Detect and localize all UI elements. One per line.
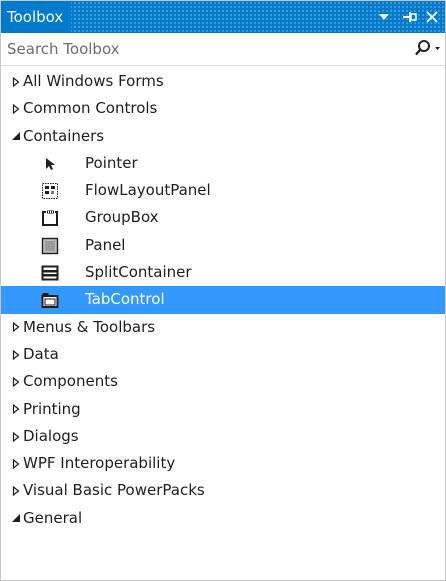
category-visual-basic-powerpacks[interactable]: Visual Basic PowerPacks <box>1 477 445 504</box>
toolbox-window: Toolbox Search Toolbox All Windows Forms… <box>0 0 446 581</box>
collapsed-arrow-icon[interactable] <box>9 396 23 423</box>
chevron-down-icon <box>379 14 389 20</box>
category-label: Common Controls <box>23 99 158 118</box>
category-label: Dialogs <box>23 426 79 445</box>
category-menus-toolbars[interactable]: Menus & Toolbars <box>1 314 445 341</box>
close-icon <box>426 11 438 23</box>
toolbox-tree: All Windows Forms Common Controls Contai… <box>1 68 445 532</box>
category-label: Printing <box>23 399 81 418</box>
search-bar <box>1 33 445 66</box>
collapsed-arrow-icon[interactable] <box>9 68 23 95</box>
collapsed-arrow-icon[interactable] <box>9 314 23 341</box>
pin-icon <box>403 12 417 22</box>
tool-label: Pointer <box>85 153 138 172</box>
tool-item-flowlayoutpanel[interactable]: FlowLayoutPanel <box>1 177 445 204</box>
tool-item-splitcontainer[interactable]: SplitContainer <box>1 259 445 286</box>
category-wpf-interoperability[interactable]: WPF Interoperability <box>1 450 445 477</box>
collapsed-arrow-icon[interactable] <box>9 95 23 122</box>
category-common-controls[interactable]: Common Controls <box>1 95 445 122</box>
category-label: Components <box>23 372 118 391</box>
tool-label: SplitContainer <box>85 263 192 282</box>
collapsed-arrow-icon[interactable] <box>9 423 23 450</box>
category-label: General <box>23 508 83 527</box>
tabcontrol-icon <box>39 289 61 311</box>
category-components[interactable]: Components <box>1 368 445 395</box>
pointer-icon <box>39 153 61 175</box>
category-all-windows-forms[interactable]: All Windows Forms <box>1 68 445 95</box>
search-button[interactable] <box>413 39 441 59</box>
search-input[interactable] <box>1 33 407 65</box>
collapsed-arrow-icon[interactable] <box>9 477 23 504</box>
expanded-arrow-icon[interactable] <box>9 505 23 532</box>
search-icon <box>415 40 440 56</box>
category-general[interactable]: General <box>1 505 445 532</box>
title-bar[interactable]: Toolbox <box>1 1 445 33</box>
category-label: All Windows Forms <box>23 72 164 90</box>
collapsed-arrow-icon[interactable] <box>9 450 23 477</box>
category-dialogs[interactable]: Dialogs <box>1 423 445 450</box>
expanded-arrow-icon[interactable] <box>9 123 23 150</box>
category-label: WPF Interoperability <box>23 454 176 473</box>
flowlayoutpanel-icon <box>39 180 61 202</box>
window-position-dropdown-button[interactable] <box>375 8 393 26</box>
tool-label: TabControl <box>85 290 165 309</box>
collapsed-arrow-icon[interactable] <box>9 368 23 395</box>
pin-button[interactable] <box>401 8 419 26</box>
tool-label: Panel <box>85 235 126 254</box>
collapsed-arrow-icon[interactable] <box>9 341 23 368</box>
tool-label: GroupBox <box>85 208 159 227</box>
category-label: Menus & Toolbars <box>23 317 156 336</box>
splitcontainer-icon <box>39 262 61 284</box>
tool-item-tabcontrol[interactable]: TabControl <box>1 286 445 314</box>
category-label: Containers <box>23 126 105 145</box>
groupbox-icon <box>39 207 61 229</box>
tool-item-pointer[interactable]: Pointer <box>1 150 445 177</box>
tool-label: FlowLayoutPanel <box>85 181 211 200</box>
tool-item-groupbox[interactable]: GroupBox <box>1 204 445 231</box>
category-data[interactable]: Data <box>1 341 445 368</box>
panel-icon <box>39 235 61 257</box>
category-printing[interactable]: Printing <box>1 396 445 423</box>
category-containers[interactable]: Containers <box>1 123 445 150</box>
close-button[interactable] <box>425 8 439 26</box>
tool-item-panel[interactable]: Panel <box>1 232 445 259</box>
category-label: Data <box>23 344 59 363</box>
category-label: Visual Basic PowerPacks <box>23 481 205 500</box>
window-title: Toolbox <box>1 1 72 33</box>
